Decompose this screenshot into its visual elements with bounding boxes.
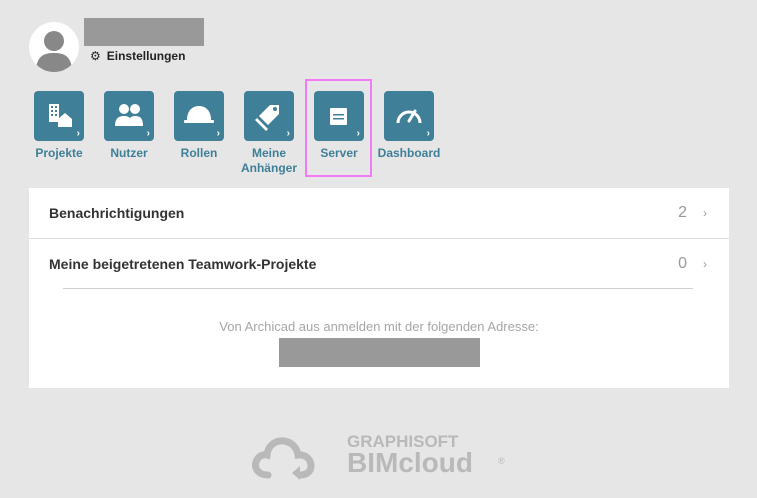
roles-label[interactable]: Rollen: [164, 146, 234, 161]
teamwork-projects-count: 0: [678, 255, 687, 272]
cloud-icon: [252, 437, 315, 480]
chevron-right-icon: ›: [146, 128, 150, 139]
notifications-count: 2: [678, 204, 687, 221]
gear-icon: ⚙: [90, 49, 101, 63]
notifications-title: Benachrichtigungen: [49, 205, 185, 221]
chevron-right-icon: ›: [76, 128, 80, 139]
tags-label[interactable]: Meine Anhänger: [234, 146, 304, 176]
server-highlight-box: [305, 79, 372, 177]
chevron-right-icon: ›: [216, 128, 220, 139]
dashboard-label[interactable]: Dashboard: [374, 146, 444, 161]
brand-bimcloud: BIMcloud: [347, 447, 473, 478]
chevron-right-icon: ›: [426, 128, 430, 139]
settings-label: Einstellungen: [106, 49, 186, 63]
projects-tile[interactable]: ›: [34, 91, 84, 141]
redacted-server-address: [279, 338, 480, 367]
projects-label[interactable]: Projekte: [24, 146, 94, 161]
user-silhouette-icon: [36, 31, 72, 72]
tags-label-line2: Anhänger: [240, 161, 297, 175]
login-hint: Von Archicad aus anmelden mit der folgen…: [219, 319, 539, 334]
chevron-right-icon: ›: [703, 206, 707, 220]
divider: [63, 288, 693, 289]
teamwork-projects-row[interactable]: Meine beigetretenen Teamwork-Projekte 0 …: [29, 239, 729, 289]
users-tile[interactable]: ›: [104, 91, 154, 141]
chevron-right-icon: ›: [286, 128, 290, 139]
redacted-username: [84, 18, 204, 46]
tags-label-line1: Meine: [251, 146, 286, 160]
settings-link[interactable]: ⚙ Einstellungen: [90, 49, 185, 63]
roles-tile[interactable]: ›: [174, 91, 224, 141]
chevron-right-icon: ›: [703, 257, 707, 271]
tags-tile[interactable]: ›: [244, 91, 294, 141]
overview-panel: Benachrichtigungen 2 › Meine beigetreten…: [29, 188, 729, 388]
teamwork-projects-title: Meine beigetretenen Teamwork-Projekte: [49, 256, 317, 272]
registered-mark: ®: [498, 456, 505, 466]
notifications-row[interactable]: Benachrichtigungen 2 ›: [29, 188, 729, 238]
users-label[interactable]: Nutzer: [94, 146, 164, 161]
avatar: [29, 22, 79, 72]
bimcloud-logo: GRAPHISOFT BIMcloud ®: [250, 428, 510, 484]
dashboard-tile[interactable]: ›: [384, 91, 434, 141]
